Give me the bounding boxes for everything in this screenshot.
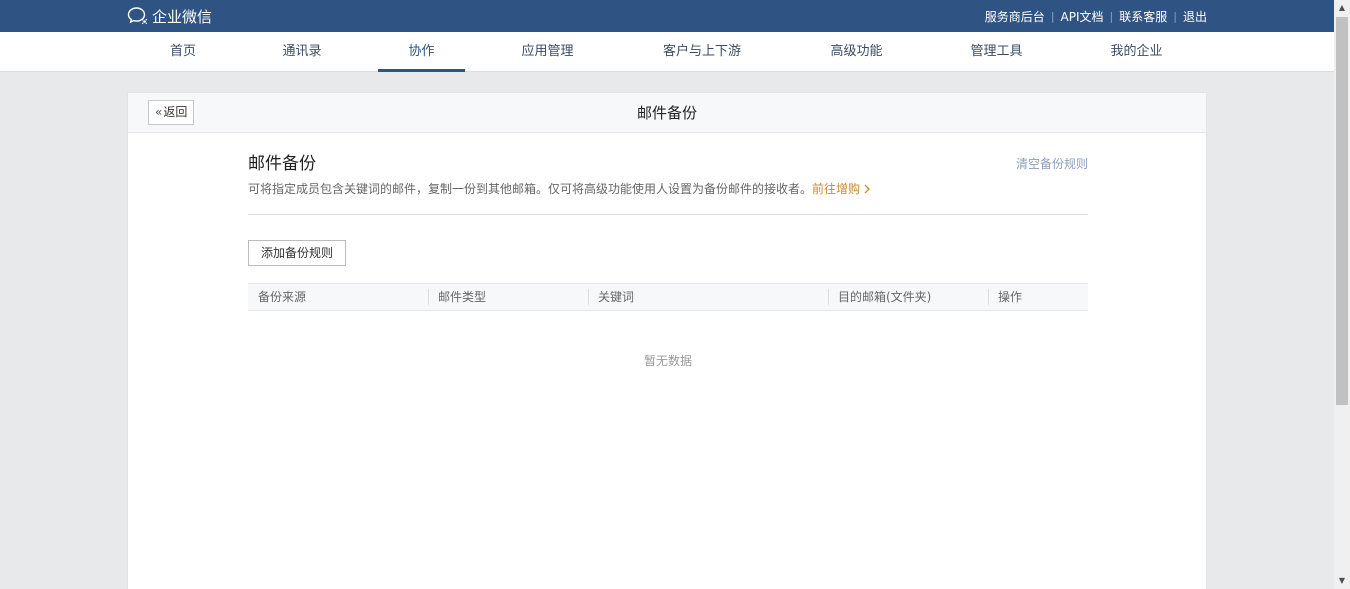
nav-item-app-management[interactable]: 应用管理: [505, 32, 590, 72]
link-logout[interactable]: 退出: [1183, 8, 1207, 25]
nav-item-advanced[interactable]: 高级功能: [814, 32, 899, 72]
link-separator: |: [1109, 9, 1114, 23]
nav-item-home[interactable]: 首页: [150, 32, 216, 72]
buy-more-link[interactable]: 前往增购: [812, 182, 871, 196]
main-nav: 首页 通讯录 协作 应用管理 客户与上下游 高级功能 管理工具 我的企业: [0, 32, 1334, 72]
column-header-destination: 目的邮箱(文件夹): [838, 290, 932, 304]
section-title: 邮件备份: [248, 154, 316, 174]
chevron-right-icon: [864, 184, 870, 194]
logo-text: 企业微信: [152, 7, 213, 26]
nav-item-tools[interactable]: 管理工具: [954, 32, 1039, 72]
back-button[interactable]: « 返回: [148, 100, 195, 125]
nav-item-my-company[interactable]: 我的企业: [1094, 32, 1179, 72]
table-header: 备份来源 邮件类型 关键词 目的邮箱(文件夹) 操作: [248, 283, 1088, 311]
column-header-actions: 操作: [998, 290, 1023, 304]
top-bar: 企业微信 服务商后台 | API文档 | 联系客服 | 退出: [0, 0, 1334, 32]
nav-item-customers[interactable]: 客户与上下游: [645, 32, 759, 72]
column-header-mail-type: 邮件类型: [438, 290, 487, 304]
buy-more-label: 前往增购: [812, 182, 861, 196]
nav-item-contacts[interactable]: 通讯录: [266, 32, 338, 72]
link-separator: |: [1050, 9, 1055, 23]
empty-state: 暂无数据: [643, 354, 692, 368]
description-text: 可将指定成员包含关键词的邮件，复制一份到其他邮箱。仅可将高级功能使用人设置为备份…: [248, 182, 813, 196]
nav-item-collaboration[interactable]: 协作: [378, 32, 465, 72]
column-header-keyword: 关键词: [598, 290, 635, 304]
clear-rules-link[interactable]: 清空备份规则: [1016, 155, 1088, 172]
wecom-logo-icon: [127, 7, 148, 25]
add-backup-rule-button[interactable]: 添加备份规则: [248, 240, 346, 266]
section-description: 可将指定成员包含关键词的邮件，复制一份到其他邮箱。仅可将高级功能使用人设置为备份…: [248, 180, 871, 197]
logo[interactable]: 企业微信: [127, 6, 212, 26]
scroll-down-arrow-icon[interactable]: ▼: [1334, 573, 1350, 589]
top-links: 服务商后台 | API文档 | 联系客服 | 退出: [985, 0, 1207, 32]
main-card: 邮件备份 « 返回 邮件备份 清空备份规则 可将指定成员包含关键词的邮件，复制一…: [127, 92, 1207, 589]
scrollbar[interactable]: ▲ ▼: [1334, 0, 1350, 589]
link-separator: |: [1173, 9, 1177, 23]
divider: [248, 214, 1088, 215]
card-header: 邮件备份 « 返回: [128, 93, 1206, 133]
column-header-source: 备份来源: [258, 290, 307, 304]
scroll-up-arrow-icon[interactable]: ▲: [1334, 0, 1350, 16]
scroll-thumb[interactable]: [1336, 17, 1348, 405]
double-chevron-left-icon: «: [155, 105, 163, 119]
page-title: 邮件备份: [636, 104, 697, 122]
link-contact-support[interactable]: 联系客服: [1119, 8, 1167, 25]
link-api-docs[interactable]: API文档: [1061, 8, 1104, 25]
link-provider-backend[interactable]: 服务商后台: [985, 8, 1045, 25]
back-button-label: 返回: [163, 105, 188, 119]
